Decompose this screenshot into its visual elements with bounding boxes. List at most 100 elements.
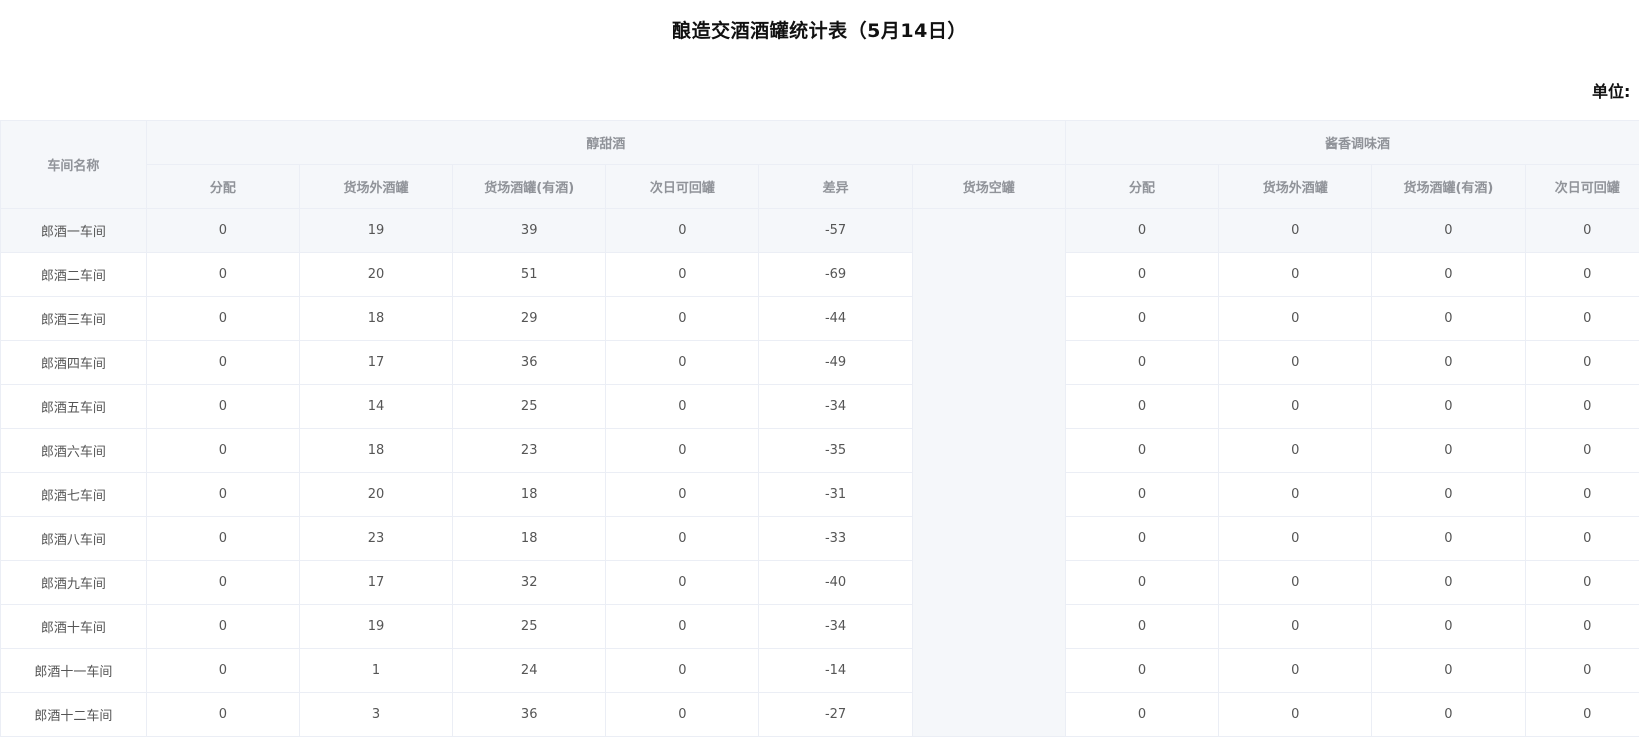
table-cell: 0 [1525,561,1639,605]
table-cell: 36 [453,341,606,385]
header-col-allocation-2[interactable]: 分配 [1065,165,1218,209]
table-cell: 0 [1065,429,1218,473]
header-col-difference[interactable]: 差异 [759,165,912,209]
table-row[interactable]: 郎酒四车间 0 17 36 0 -49 0 0 0 0 [1,341,1639,385]
table-cell: 25 [453,605,606,649]
table-row[interactable]: 郎酒九车间 0 17 32 0 -40 0 0 0 0 [1,561,1639,605]
table-cell: 0 [606,517,759,561]
table-cell: 0 [1525,429,1639,473]
table-body: 郎酒一车间 0 19 39 0 -57 0 0 0 0 郎酒二车间 0 20 5… [1,209,1639,737]
table-cell: 14 [299,385,452,429]
table-row[interactable]: 郎酒十二车间 0 3 36 0 -27 0 0 0 0 [1,693,1639,737]
table-row[interactable]: 郎酒一车间 0 19 39 0 -57 0 0 0 0 [1,209,1639,253]
table-row[interactable]: 郎酒三车间 0 18 29 0 -44 0 0 0 0 [1,297,1639,341]
table-cell: 23 [453,429,606,473]
table-cell: 0 [1219,693,1372,737]
table-cell: 0 [146,253,299,297]
header-col-yard-tanks-filled[interactable]: 货场酒罐(有酒) [453,165,606,209]
table-cell: 0 [1372,517,1525,561]
workshop-name-cell: 郎酒十车间 [1,605,147,649]
header-col-yard-empty-tanks[interactable]: 货场空罐 [912,165,1065,209]
table-cell: 39 [453,209,606,253]
header-col-outside-tanks[interactable]: 货场外酒罐 [299,165,452,209]
table-cell: 0 [606,297,759,341]
workshop-name-cell: 郎酒五车间 [1,385,147,429]
header-col-next-day-return[interactable]: 次日可回罐 [606,165,759,209]
table-cell: 0 [1525,253,1639,297]
header-col-next-day-return-2[interactable]: 次日可回罐 [1525,165,1639,209]
table-row[interactable]: 郎酒二车间 0 20 51 0 -69 0 0 0 0 [1,253,1639,297]
table-cell: 0 [146,297,299,341]
table-cell: 0 [1065,297,1218,341]
header-col-outside-tanks-2[interactable]: 货场外酒罐 [1219,165,1372,209]
table-cell: 0 [1525,693,1639,737]
table-cell: 0 [146,649,299,693]
table-cell: -27 [759,693,912,737]
table-cell: 0 [1372,341,1525,385]
table-cell: 36 [453,693,606,737]
workshop-name-cell: 郎酒十一车间 [1,649,147,693]
table-cell: 51 [453,253,606,297]
table-cell: 0 [1065,473,1218,517]
table-cell: -44 [759,297,912,341]
table-cell: -49 [759,341,912,385]
table-cell: 25 [453,385,606,429]
table-cell: 0 [606,341,759,385]
table-cell: -31 [759,473,912,517]
table-cell: 0 [1372,561,1525,605]
table-row[interactable]: 郎酒八车间 0 23 18 0 -33 0 0 0 0 [1,517,1639,561]
table-cell: 0 [146,385,299,429]
table-cell: -57 [759,209,912,253]
table-cell: -35 [759,429,912,473]
table-row[interactable]: 郎酒七车间 0 20 18 0 -31 0 0 0 0 [1,473,1639,517]
header-group-sauce-flavor: 酱香调味酒 [1065,121,1639,165]
table-cell: 32 [453,561,606,605]
table-cell: 0 [146,517,299,561]
table-row[interactable]: 郎酒五车间 0 14 25 0 -34 0 0 0 0 [1,385,1639,429]
table-row[interactable]: 郎酒六车间 0 18 23 0 -35 0 0 0 0 [1,429,1639,473]
table-row[interactable]: 郎酒十车间 0 19 25 0 -34 0 0 0 0 [1,605,1639,649]
table-cell: 0 [146,473,299,517]
header-col-allocation[interactable]: 分配 [146,165,299,209]
table-cell: 0 [1219,341,1372,385]
table-cell: 0 [606,649,759,693]
header-workshop-name[interactable]: 车间名称 [1,121,147,209]
page-title: 酿造交酒酒罐统计表（5月14日） [0,16,1639,43]
table-cell: -34 [759,385,912,429]
table-cell: 0 [1372,297,1525,341]
empty-tanks-merged-cell [912,209,1065,737]
table-cell: 0 [606,209,759,253]
table-cell: 0 [606,693,759,737]
table-cell: 0 [1219,649,1372,693]
table-cell: 0 [1219,429,1372,473]
table-cell: -33 [759,517,912,561]
table-cell: 0 [1065,605,1218,649]
table-cell: 0 [606,561,759,605]
workshop-name-cell: 郎酒一车间 [1,209,147,253]
table-cell: 3 [299,693,452,737]
table-cell: 0 [1219,517,1372,561]
table-cell: 18 [299,297,452,341]
workshop-name-cell: 郎酒四车间 [1,341,147,385]
table-cell: 19 [299,209,452,253]
table-cell: 0 [1065,693,1218,737]
table-cell: 0 [1065,385,1218,429]
unit-label: 单位: [1592,78,1630,102]
workshop-name-cell: 郎酒七车间 [1,473,147,517]
table-cell: 17 [299,341,452,385]
table-cell: 0 [1525,297,1639,341]
table-cell: 17 [299,561,452,605]
workshop-name-cell: 郎酒六车间 [1,429,147,473]
table-cell: 0 [1372,473,1525,517]
table-cell: 0 [1219,385,1372,429]
table-row[interactable]: 郎酒十一车间 0 1 24 0 -14 0 0 0 0 [1,649,1639,693]
table-cell: 0 [1372,253,1525,297]
table-cell: -40 [759,561,912,605]
table-cell: 0 [1372,649,1525,693]
table-cell: 19 [299,605,452,649]
table-cell: 29 [453,297,606,341]
table-cell: 0 [606,385,759,429]
header-group-mellow-sweet: 醇甜酒 [146,121,1065,165]
table-cell: 20 [299,253,452,297]
header-col-yard-tanks-filled-2[interactable]: 货场酒罐(有酒) [1372,165,1525,209]
